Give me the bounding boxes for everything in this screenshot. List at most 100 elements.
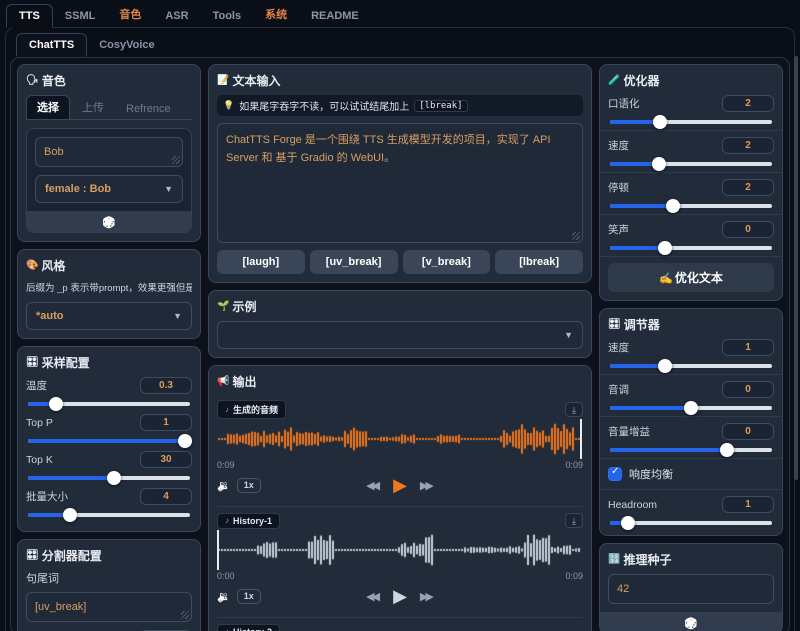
pitch-value[interactable]: 0: [722, 381, 774, 398]
style-dropdown[interactable]: *auto ▼: [26, 302, 192, 330]
resize-handle-icon[interactable]: [172, 156, 180, 164]
skip-forward-icon[interactable]: ▶▶: [420, 479, 434, 492]
engine-tab-bar: ChatTTS CosyVoice: [10, 30, 790, 56]
chattts-panel: 🗣 音色 选择 上传 Refrence Bob female : Bob ▼: [10, 57, 790, 631]
slider-knob[interactable]: [666, 199, 680, 213]
voice-select-dropdown[interactable]: female : Bob ▼: [35, 175, 183, 203]
temperature-value[interactable]: 0.3: [140, 377, 192, 394]
waveform[interactable]: [217, 530, 583, 570]
optimize-text-button[interactable]: ✍️优化文本: [608, 263, 774, 292]
playhead-cursor[interactable]: [580, 419, 582, 459]
memo-icon: 📝: [217, 75, 229, 86]
break-value[interactable]: 2: [722, 179, 774, 196]
resize-handle-icon[interactable]: [181, 611, 189, 619]
tab-chattts[interactable]: ChatTTS: [16, 33, 87, 57]
output-card: 📢 输出 ♪ 生成的音频 ⤓: [208, 365, 592, 631]
tab-voice[interactable]: 音色: [107, 1, 153, 27]
slider-knob[interactable]: [653, 115, 667, 129]
tab-ssml[interactable]: SSML: [53, 5, 108, 27]
slider-knob[interactable]: [63, 508, 77, 522]
loudness-eq-checkbox[interactable]: [608, 467, 622, 481]
knobs-icon: 🎛: [26, 550, 39, 561]
waveform[interactable]: [217, 419, 583, 459]
token-buttons: [laugh] [uv_break] [v_break] [lbreak]: [217, 250, 583, 274]
slider-knob[interactable]: [658, 359, 672, 373]
headroom-value[interactable]: 1: [722, 496, 774, 513]
volume-icon[interactable]: 🔉: [217, 479, 231, 492]
download-button[interactable]: ⤓: [565, 402, 583, 417]
tab-readme[interactable]: README: [299, 5, 371, 27]
lbreak-code: [lbreak]: [414, 100, 467, 112]
skip-forward-icon[interactable]: ▶▶: [420, 590, 434, 603]
random-voice-button[interactable]: 🎲: [27, 211, 191, 232]
voice-tabs: 选择 上传 Refrence: [26, 95, 192, 120]
eos-input[interactable]: [uv_break]: [26, 592, 192, 622]
slider-knob[interactable]: [720, 443, 734, 457]
voice-tab-select[interactable]: 选择: [26, 95, 70, 119]
top-p-value[interactable]: 1: [140, 414, 192, 431]
chevron-down-icon: ▼: [164, 184, 173, 194]
seedling-icon: 🌱: [217, 301, 229, 312]
seed-input[interactable]: 42: [608, 574, 774, 604]
speaker-icon: 🗣: [26, 75, 39, 86]
laugh-value[interactable]: 0: [722, 221, 774, 238]
text-input-card: 📝 文本输入 💡 如果尾字吞字不读，可以试试结尾加上 [lbreak] Chat…: [208, 64, 592, 283]
speed-adj-slider: 速度 1: [608, 339, 774, 368]
slider-knob[interactable]: [49, 397, 63, 411]
palette-icon: 🎨: [26, 260, 38, 271]
lbreak-token-button[interactable]: [lbreak]: [495, 250, 583, 274]
time-current: 0:09: [217, 460, 235, 470]
music-note-icon: ♪: [225, 627, 229, 631]
volume-gain-value[interactable]: 0: [722, 423, 774, 440]
slider-knob[interactable]: [684, 401, 698, 415]
playback-speed-button[interactable]: 1x: [237, 589, 261, 604]
text-hint: 💡 如果尾字吞字不读，可以试试结尾加上 [lbreak]: [217, 95, 583, 116]
slider-knob[interactable]: [652, 157, 666, 171]
bulb-icon: 💡: [223, 100, 234, 111]
numbers-icon: 🔢: [608, 554, 620, 565]
slider-knob[interactable]: [107, 471, 121, 485]
voice-name-input[interactable]: Bob: [35, 137, 183, 167]
skip-back-icon[interactable]: ◀◀: [366, 590, 380, 603]
slider-knob[interactable]: [178, 434, 192, 448]
tab-tts[interactable]: TTS: [6, 4, 53, 28]
knobs-icon: 🎛: [608, 319, 621, 330]
oral-slider: 口语化 2: [608, 95, 774, 124]
laugh-slider: 笑声 0: [608, 221, 774, 250]
tab-system[interactable]: 系统: [253, 1, 299, 27]
voice-tab-upload[interactable]: 上传: [72, 96, 114, 119]
random-seed-button[interactable]: 🎲: [600, 612, 782, 631]
slider-knob[interactable]: [658, 241, 672, 255]
oral-value[interactable]: 2: [722, 95, 774, 112]
top-k-value[interactable]: 30: [140, 451, 192, 468]
sampling-card: 🎛 采样配置 温度 0.3 Top P 1: [17, 346, 201, 532]
tab-cosyvoice[interactable]: CosyVoice: [87, 34, 166, 56]
download-button[interactable]: ⤓: [565, 513, 583, 528]
optimizer-card: 🧪 优化器 口语化 2 速度 2: [599, 64, 783, 301]
batch-size-value[interactable]: 4: [140, 488, 192, 505]
scrollbar[interactable]: [794, 56, 798, 480]
music-note-icon: ♪: [225, 516, 229, 525]
play-button[interactable]: ▶: [393, 474, 407, 496]
style-hint-text: 后缀为 _p 表示带prompt，效果更强但是影响质量: [26, 280, 192, 294]
tab-tools[interactable]: Tools: [201, 5, 254, 27]
laugh-token-button[interactable]: [laugh]: [217, 250, 305, 274]
skip-back-icon[interactable]: ◀◀: [366, 479, 380, 492]
seed-card: 🔢 推理种子 42 🎲: [599, 543, 783, 631]
playhead-cursor[interactable]: [217, 530, 219, 570]
volume-icon[interactable]: 🔉: [217, 590, 231, 603]
uv-break-token-button[interactable]: [uv_break]: [310, 250, 398, 274]
playback-speed-button[interactable]: 1x: [237, 478, 261, 493]
speed-opt-value[interactable]: 2: [722, 137, 774, 154]
v-break-token-button[interactable]: [v_break]: [403, 250, 491, 274]
play-button[interactable]: ▶: [393, 585, 407, 607]
speed-adj-value[interactable]: 1: [722, 339, 774, 356]
voice-tab-reference[interactable]: Refrence: [116, 100, 181, 119]
voice-card: 🗣 音色 选择 上传 Refrence Bob female : Bob ▼: [17, 64, 201, 242]
slider-knob[interactable]: [621, 516, 635, 530]
speed-opt-slider: 速度 2: [608, 137, 774, 166]
tab-asr[interactable]: ASR: [153, 5, 200, 27]
examples-dropdown[interactable]: ▼: [217, 321, 583, 349]
tts-text-input[interactable]: ChatTTS Forge 是一个围绕 TTS 生成模型开发的项目，实现了 AP…: [217, 123, 583, 243]
resize-handle-icon[interactable]: [572, 232, 580, 240]
